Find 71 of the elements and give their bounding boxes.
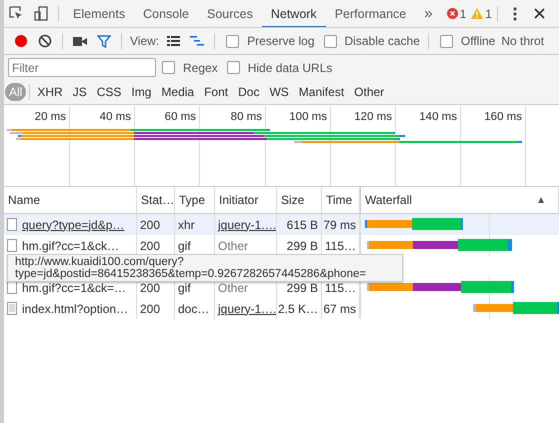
camera-icon[interactable] [73, 36, 87, 46]
error-icon [446, 8, 458, 19]
type-filter-button[interactable]: Font [200, 83, 232, 101]
url-tooltip: http://www.kuaidi100.com/query? type=jd&postid=86415238365&temp=0.9267282657445286&phone= [7, 254, 403, 282]
time-cell: 79 ms [322, 214, 360, 235]
type-filter-button[interactable]: CSS [92, 83, 126, 101]
size-cell: 615 B [277, 214, 322, 235]
waterfall-view-icon[interactable] [190, 36, 204, 46]
device-icon[interactable] [34, 6, 48, 21]
checkbox-label: Hide data URLs [248, 60, 332, 74]
time-tick: 80 ms [230, 111, 262, 123]
checkbox-label: Disable cache [344, 34, 420, 48]
type-filter-button[interactable]: JS [68, 83, 91, 101]
panel-tab[interactable]: Elements [64, 2, 134, 27]
filter-field[interactable]: Filter [8, 58, 156, 77]
request-name[interactable]: query?type=jd&p… [22, 218, 124, 232]
request-name[interactable]: hm.gif?cc=1&ck… [22, 238, 120, 252]
column-title: Waterfall [365, 193, 412, 207]
type-filter-button[interactable]: Doc [234, 83, 264, 101]
time-tick: 40 ms [100, 111, 131, 123]
panel-tab[interactable]: Sources [198, 2, 262, 27]
time-tick: 20 ms [34, 111, 66, 123]
checkbox-label: Preserve log [247, 34, 315, 48]
checkbox-label: Offline [460, 34, 496, 48]
request-name[interactable]: index.html?option… [22, 302, 128, 316]
checkbox[interactable] [226, 61, 240, 74]
checkbox[interactable] [324, 34, 337, 48]
checkbox[interactable] [226, 34, 240, 48]
request-name[interactable]: hm.gif?cc=1&ck=… [22, 280, 126, 294]
time-tick: 160 ms [484, 111, 522, 123]
checkbox[interactable] [440, 34, 453, 48]
type-filter-button[interactable]: Media [157, 83, 198, 101]
clear-icon[interactable] [38, 34, 52, 48]
throttling-dropdown[interactable]: No throt [501, 34, 544, 48]
type-filter-button[interactable]: Manifest [294, 83, 348, 101]
more-options-icon[interactable] [512, 6, 517, 20]
more-tabs-button[interactable]: » [415, 2, 442, 27]
time-tick: 100 ms [289, 111, 327, 123]
type-cell: doc… [175, 298, 215, 319]
file-icon [7, 281, 17, 294]
filter-icon[interactable] [97, 34, 111, 48]
close-icon[interactable] [534, 8, 545, 19]
panel-tab[interactable]: Performance [326, 2, 416, 27]
list-view-icon[interactable] [167, 36, 180, 46]
document-icon [7, 302, 17, 315]
view-label: View: [130, 34, 160, 48]
time-tick: 60 ms [164, 111, 196, 123]
initiator-link[interactable]: jquery-1.… [215, 214, 277, 235]
type-cell: xhr [175, 214, 215, 235]
file-icon [7, 239, 17, 252]
panel-tab[interactable]: Console [134, 2, 198, 27]
size-cell: 2.5 K… [277, 298, 322, 319]
initiator-link[interactable]: jquery-1.… [215, 298, 277, 319]
status-cell: 200 [137, 214, 175, 235]
file-icon [7, 218, 17, 231]
time-tick: 120 ms [354, 111, 392, 123]
warning-count: 1 [485, 6, 492, 20]
sort-indicator[interactable]: ▲ [536, 194, 546, 206]
checkbox[interactable] [162, 61, 175, 74]
record-icon[interactable] [14, 34, 28, 48]
status-cell: 200 [137, 298, 175, 319]
error-count: 1 [460, 6, 466, 20]
inspect-icon[interactable] [9, 6, 24, 21]
warning-icon [471, 8, 484, 19]
time-cell: 67 ms [322, 298, 360, 319]
time-tick: 140 ms [419, 111, 457, 123]
checkbox-label: Regex [183, 60, 218, 74]
type-filter-button[interactable]: Other [350, 83, 388, 101]
type-filter-button[interactable]: WS [265, 83, 293, 101]
type-filter-button[interactable]: Img [127, 83, 156, 101]
type-filter-button[interactable]: XHR [33, 83, 67, 101]
